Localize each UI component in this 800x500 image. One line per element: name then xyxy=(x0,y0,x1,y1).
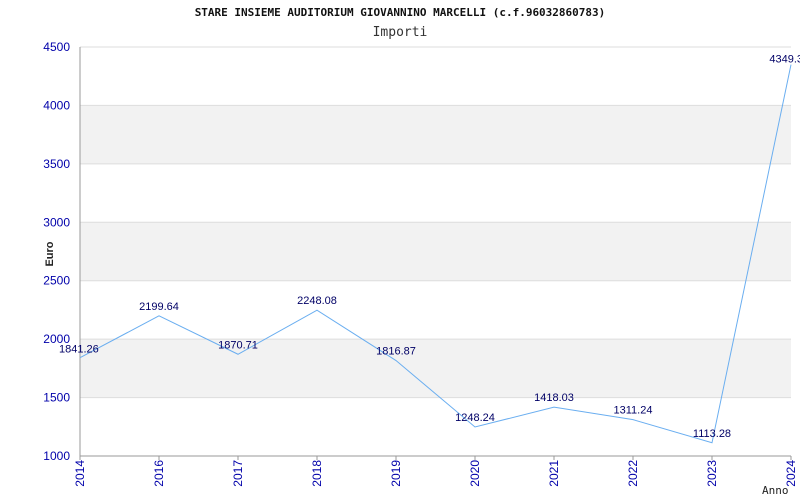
x-tick-label: 2017 xyxy=(231,460,245,487)
x-tick-label: 2014 xyxy=(73,460,87,487)
data-label: 2199.64 xyxy=(139,301,179,313)
y-tick-label: 2500 xyxy=(43,274,70,288)
y-tick-label: 3000 xyxy=(43,215,70,229)
x-tick-label: 2018 xyxy=(310,460,324,487)
data-label: 1870.71 xyxy=(218,339,258,351)
data-label: 1816.87 xyxy=(376,346,416,358)
y-axis-label: Euro xyxy=(44,241,56,266)
x-tick-label: 2021 xyxy=(547,460,561,487)
y-tick-label: 1500 xyxy=(43,391,70,405)
y-tick-label: 4000 xyxy=(43,98,70,112)
x-tick-label: 2022 xyxy=(626,460,640,487)
grid-band xyxy=(80,105,791,164)
y-tick-label: 4500 xyxy=(43,40,70,54)
grid-band xyxy=(80,339,791,398)
data-label: 1248.24 xyxy=(455,412,495,424)
grid-band xyxy=(80,222,791,281)
x-tick-label: 2019 xyxy=(389,460,403,487)
data-label: 1418.03 xyxy=(534,392,574,404)
data-label: 1113.28 xyxy=(693,428,731,440)
x-tick-label: 2020 xyxy=(468,460,482,487)
data-label: 1311.24 xyxy=(614,405,653,417)
x-tick-label: 2024 xyxy=(784,460,798,487)
y-tick-label: 3500 xyxy=(43,157,70,171)
line-chart: 10001500200025003000350040004500 2014 201… xyxy=(43,40,800,497)
x-axis-label: Anno xyxy=(762,484,789,497)
data-label: 4349.3 xyxy=(769,54,800,66)
data-label: 1841.26 xyxy=(59,344,99,356)
x-tick-label: 2023 xyxy=(705,460,719,487)
x-tick-label: 2016 xyxy=(152,460,166,487)
y-tick-label: 1000 xyxy=(43,449,70,463)
data-label: 2248.08 xyxy=(297,295,337,307)
